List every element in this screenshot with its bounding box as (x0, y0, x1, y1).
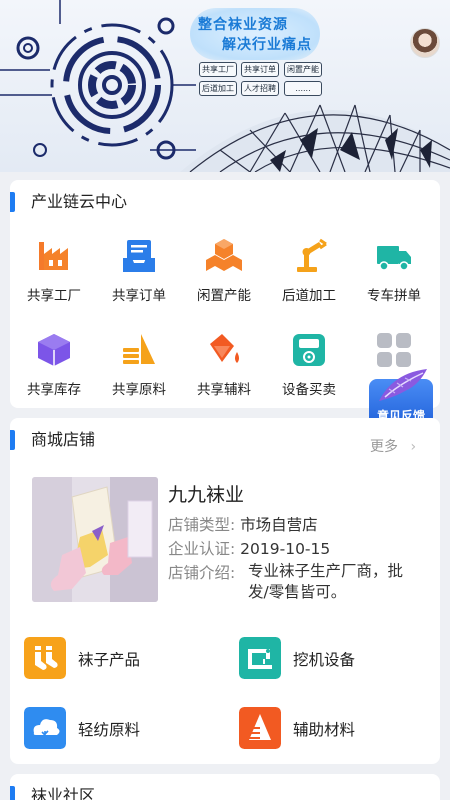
shop-intro-row: 店铺介绍: (168, 561, 235, 583)
slogan-line-2: 解决行业痛点 (222, 37, 312, 53)
shop-type-value: 市场自营店 (240, 516, 318, 534)
grid-item-shared-accessories[interactable]: 共享辅料 (184, 332, 264, 402)
grid-item-label: 共享辅料 (197, 382, 251, 398)
boxes-icon (206, 239, 242, 271)
grid-item-label: 共享原料 (112, 382, 166, 398)
grid-item-label: 共享订单 (112, 288, 166, 304)
robot-arm-icon (297, 238, 327, 272)
grid-item-shared-factory[interactable]: 共享工厂 (14, 238, 94, 308)
layers-icon (123, 334, 155, 364)
grid-item-label: 设备买卖 (282, 382, 336, 398)
scale-device-icon (293, 334, 325, 366)
shop-type-row: 店铺类型: 市场自营店 (168, 513, 318, 535)
mall-header: 商城店铺 更多 › (10, 428, 440, 455)
grid-item-equipment-trade[interactable]: 设备买卖 (269, 332, 349, 402)
shop-cert-row: 企业认证: 2019-10-15 (168, 537, 330, 559)
top-banner[interactable]: 整合袜业资源 解决行业痛点 共享工厂 共享订单 闲置产能 后道加工 人才招聘 .… (0, 0, 450, 172)
section-title: 产业链云中心 (31, 192, 128, 211)
banner-tag: 闲置产能 (284, 62, 322, 77)
slogan-line-1: 整合袜业资源 (198, 17, 288, 33)
grid-item-label: 后道加工 (282, 288, 336, 304)
banner-tag: 人才招聘 (241, 81, 279, 96)
more-label: 更多 (370, 439, 398, 455)
truck-icon (377, 246, 411, 271)
sewing-machine-icon (239, 637, 281, 679)
section-accent-bar (10, 192, 15, 212)
cone-icon (239, 707, 281, 749)
community-card: 袜业社区 (10, 774, 440, 800)
shop-name[interactable]: 九九袜业 (168, 480, 244, 507)
shop-type-key: 店铺类型: (168, 516, 236, 534)
shop-cert-value: 2019-10-15 (240, 540, 331, 558)
banner-tag: 后道加工 (199, 81, 237, 96)
shop-cert-key: 企业认证: (168, 540, 236, 558)
section-accent-bar (10, 430, 15, 450)
grid-item-post-processing[interactable]: 后道加工 (269, 238, 349, 308)
grid-item-idle-capacity[interactable]: 闲置产能 (184, 238, 264, 308)
grid-item-carpool[interactable]: 专车拼单 (354, 238, 434, 308)
banner-tag: ...... (284, 81, 322, 96)
paint-bucket-icon (210, 334, 239, 363)
shop-image[interactable] (32, 477, 158, 602)
section-title: 袜业社区 (31, 786, 96, 800)
grid-item-shared-order[interactable]: 共享订单 (99, 238, 179, 308)
cube-icon (38, 334, 70, 366)
banner-tag: 共享工厂 (199, 62, 237, 77)
chevron-right-icon: › (410, 439, 417, 455)
grid-item-label: 共享库存 (27, 382, 81, 398)
socks-icon (24, 637, 66, 679)
banner-tag: 共享订单 (241, 62, 279, 77)
grid-item-label: 共享工厂 (27, 288, 81, 304)
more-link[interactable]: 更多 › (370, 436, 416, 456)
section-accent-bar (10, 786, 15, 800)
shop-intro-value: 专业袜子生产厂商，批发/零售皆可。 (248, 562, 404, 601)
category-label: 辅助材料 (293, 721, 356, 739)
banner-slogan: 整合袜业资源 解决行业痛点 (190, 8, 320, 60)
shop-intro-key: 店铺介绍: (168, 564, 236, 582)
category-label: 挖机设备 (293, 651, 356, 669)
more-grid-icon (377, 333, 411, 367)
order-tray-icon (123, 240, 155, 272)
feather-pen-icon (379, 369, 427, 401)
grid-item-shared-inventory[interactable]: 共享库存 (14, 332, 94, 402)
user-avatar[interactable] (410, 28, 440, 58)
section-title: 商城店铺 (31, 430, 96, 449)
cloud-leaf-icon (24, 707, 66, 749)
socks-photo (32, 477, 158, 602)
factory-icon (39, 242, 68, 270)
grid-item-label: 专车拼单 (367, 288, 421, 304)
category-label: 轻纺原料 (78, 721, 141, 739)
grid-item-label: 闲置产能 (197, 288, 251, 304)
grid-item-shared-material[interactable]: 共享原料 (99, 332, 179, 402)
category-label: 袜子产品 (78, 651, 141, 669)
